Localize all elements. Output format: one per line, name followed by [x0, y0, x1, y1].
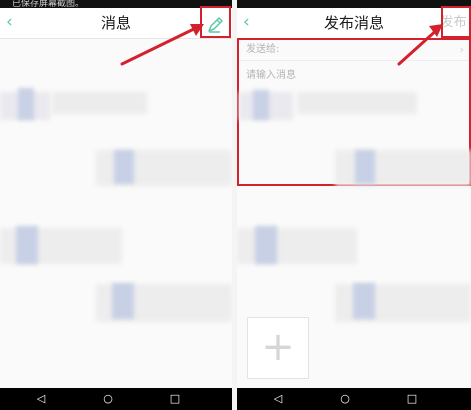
navigation-bar: ◁ ○ □ — [0, 388, 232, 410]
navigation-bar: ◁ ○ □ — [237, 388, 471, 410]
nav-recents-icon[interactable]: □ — [168, 392, 182, 406]
nav-back-icon[interactable]: ◁ — [34, 392, 48, 406]
red-arrow — [397, 24, 443, 66]
messages-screen: 已保存屏幕截图。 ‹ 消息 ◁ ○ □ — [0, 0, 232, 410]
nav-home-icon[interactable]: ○ — [338, 392, 352, 406]
nav-recents-icon[interactable]: □ — [405, 392, 419, 406]
nav-home-icon[interactable]: ○ — [101, 392, 115, 406]
publish-message-screen: ‹ 发布消息 发布 发送给: › 请输入消息 + ◁ ○ □ — [237, 0, 471, 410]
nav-back-icon[interactable]: ◁ — [271, 392, 285, 406]
red-arrow — [120, 24, 204, 66]
